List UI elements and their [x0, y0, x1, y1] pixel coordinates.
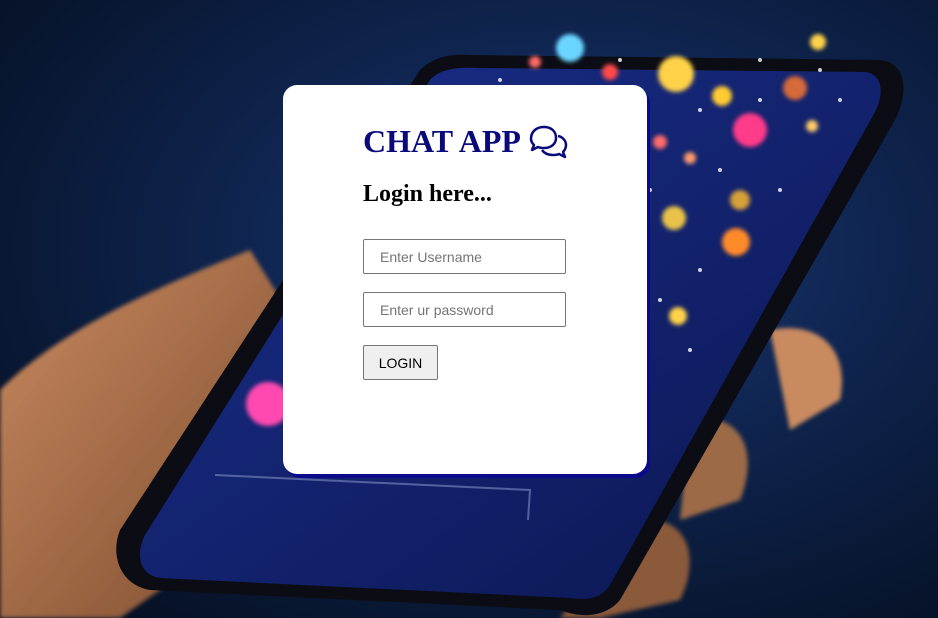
login-card: CHAT APP Login here... LOGIN: [283, 85, 647, 474]
app-title-text: CHAT APP: [363, 123, 521, 159]
login-button[interactable]: LOGIN: [363, 345, 438, 380]
username-input[interactable]: [363, 239, 566, 274]
app-title: CHAT APP: [363, 123, 569, 160]
login-heading: Login here...: [363, 181, 492, 207]
password-input[interactable]: [363, 292, 566, 327]
chat-bubbles-icon: [527, 125, 569, 159]
